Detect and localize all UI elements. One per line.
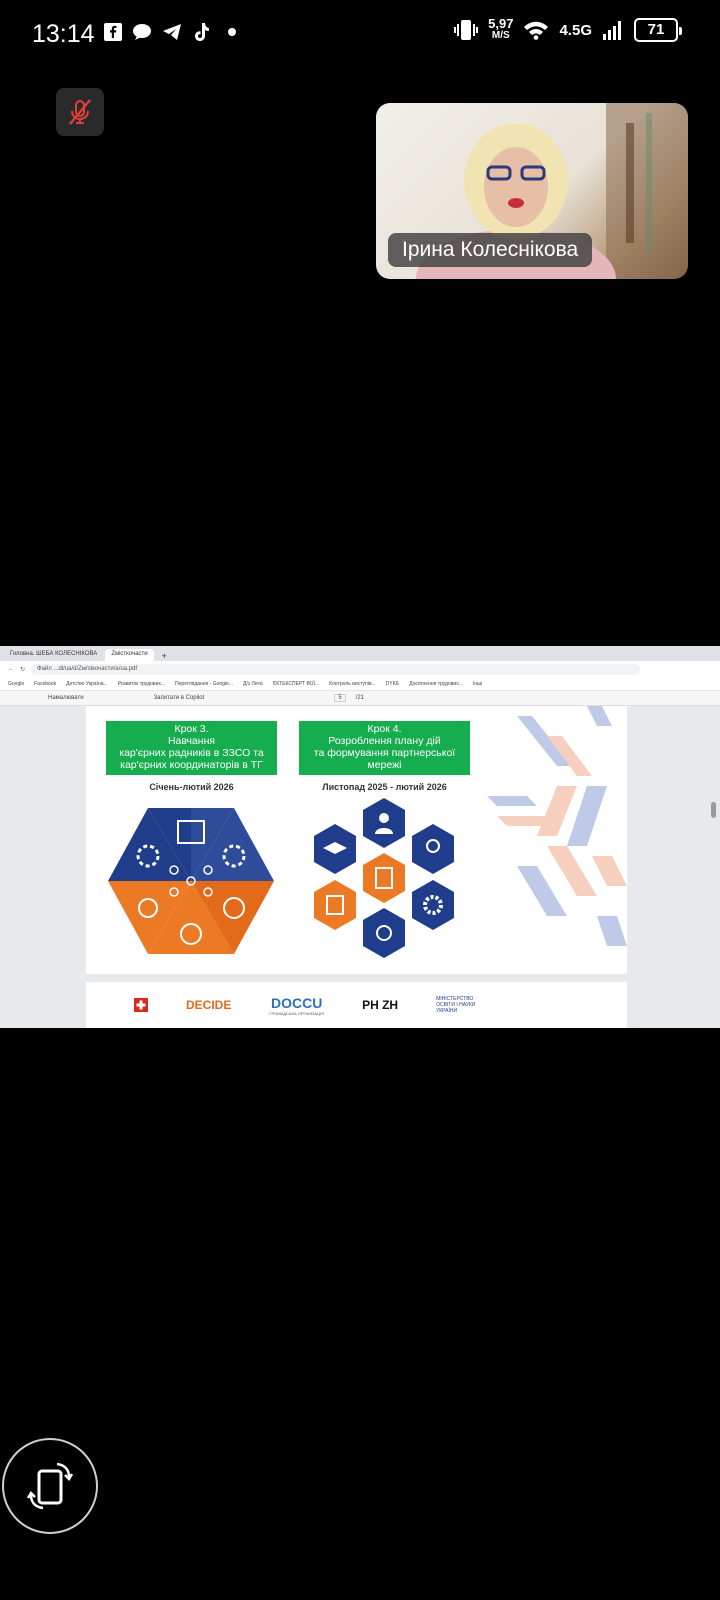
phzh-logo: PH ZH — [362, 998, 399, 1012]
step4-box: Крок 4. Розроблення плану дій та формува… — [299, 721, 470, 775]
facebook-icon — [104, 23, 122, 41]
bookmark-item[interactable]: Контроль виступів... — [329, 681, 376, 687]
bookmark-item[interactable]: Детство Україна... — [66, 681, 108, 687]
swiss-flag-icon — [134, 998, 148, 1012]
page-number-input[interactable]: 5 — [334, 694, 346, 702]
bookmark-item[interactable]: Google — [8, 681, 24, 687]
url-field[interactable]: Файл ...dl/ua/d/Zм/stкочасти/а/ua.pdf — [31, 663, 640, 675]
bookmark-item[interactable]: DYKE — [386, 681, 400, 687]
status-bar: 13:14 5,97 M/S 4.5G 71 — [0, 0, 720, 72]
pdf-scrollbar[interactable] — [711, 802, 716, 818]
tiktok-icon — [195, 23, 209, 41]
mic-toggle-button[interactable] — [56, 88, 104, 136]
battery-indicator: 71 — [634, 18, 682, 42]
mon-logo: МІНІСТЕРСТВО ОСВІТИ І НАУКИ УКРАЇНИ — [436, 996, 476, 1014]
copilot-button[interactable]: Запитати в Copilot — [154, 695, 205, 701]
decorative-pattern — [487, 706, 627, 946]
slide-page: Крок 3. Навчання кар'єрних радників в ЗЗ… — [86, 706, 627, 974]
page-count: /21 — [355, 695, 364, 701]
participant-name-label: Ірина Колеснікова — [388, 233, 593, 267]
wifi-icon — [524, 21, 549, 40]
docu-logo: DOCCU ГРОМАДСЬКА ОРГАНІЗАЦІЯ — [269, 994, 325, 1016]
new-tab-icon[interactable]: + — [162, 651, 167, 661]
more-notifications-dot — [228, 28, 236, 36]
mic-off-icon — [69, 99, 91, 125]
pdf-viewer[interactable]: Крок 3. Навчання кар'єрних радників в ЗЗ… — [0, 706, 720, 1028]
system-icons: 5,97 M/S 4.5G 71 — [454, 16, 682, 42]
bookmark-item[interactable]: Інші — [473, 681, 482, 687]
browser-address-bar: ← ↻ Файл ...dl/ua/d/Zм/stкочасти/а/ua.pd… — [0, 661, 720, 677]
back-icon[interactable]: ← — [8, 666, 14, 672]
notification-icons — [104, 22, 236, 42]
rotate-icon — [27, 1462, 73, 1510]
bookmark-item[interactable]: Досягнення трудових... — [409, 681, 463, 687]
bookmark-item[interactable]: Facebook — [34, 681, 56, 687]
network-speed: 5,97 M/S — [488, 16, 514, 41]
pdf-toolbar: Намалювати Запитати в Copilot 5 /21 — [0, 691, 720, 706]
step3-hexagon-graphic — [108, 808, 274, 954]
participant-video-tile[interactable]: Ірина Колеснікова — [376, 103, 688, 279]
step4-date: Листопад 2025 - лютий 2026 — [322, 782, 447, 792]
browser-tab-active[interactable]: Zмісткочасти — [105, 649, 154, 661]
step3-date: Січень-лютий 2026 — [149, 782, 234, 792]
bookmark-item[interactable]: ЄКТЕКСПЕРТ ВОЇ... — [273, 681, 319, 687]
bookmarks-bar: Google Facebook Детство Україна... Розви… — [0, 677, 720, 691]
bookmark-item[interactable]: Розвиток трудових... — [118, 681, 165, 687]
step3-box: Крок 3. Навчання кар'єрних радників в ЗЗ… — [106, 721, 277, 775]
browser-tab-bar: Головна. ШЕБА КОЛЕСНІКОВА Zмісткочасти + — [0, 646, 720, 661]
bookmark-item[interactable]: Переглядання - Google... — [175, 681, 233, 687]
step4-hexagon-cluster — [314, 798, 454, 958]
browser-tab[interactable]: Головна. ШЕБА КОЛЕСНІКОВА — [4, 649, 103, 661]
rotate-screen-button[interactable] — [2, 1438, 98, 1534]
draw-tool[interactable]: Намалювати — [48, 695, 84, 701]
bookmark-item[interactable]: Д/з Легкі — [243, 681, 263, 687]
shared-screen[interactable]: Головна. ШЕБА КОЛЕСНІКОВА Zмісткочасти +… — [0, 646, 720, 1028]
vibrate-icon — [454, 20, 479, 40]
chat-bubble-icon — [133, 24, 151, 40]
decide-logo: DECIDE — [186, 998, 232, 1012]
status-time: 13:14 — [32, 20, 95, 48]
network-type: 4.5G — [559, 21, 592, 39]
signal-icon — [603, 21, 621, 40]
reload-icon[interactable]: ↻ — [20, 666, 25, 673]
telegram-icon — [163, 24, 181, 40]
slide-footer-logos: DECIDE DOCCU ГРОМАДСЬКА ОРГАНІЗАЦІЯ PH Z… — [86, 982, 627, 1028]
